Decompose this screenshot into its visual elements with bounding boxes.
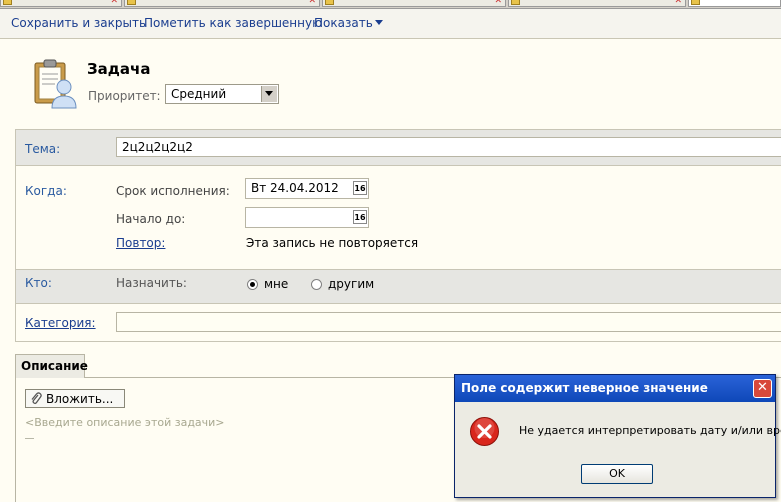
dialog-message: Не удается интерпретировать дату и/или в… xyxy=(519,424,781,437)
ok-button[interactable]: OK xyxy=(581,464,653,484)
repeat-link[interactable]: Повтор: xyxy=(116,236,165,250)
mail-icon xyxy=(3,0,12,5)
tab-description[interactable]: Описание xyxy=(15,354,88,378)
calendar-icon[interactable]: 16 xyxy=(353,181,367,195)
tab-strip: ✕ ✕ ✕ ✕ xyxy=(0,0,781,9)
when-label: Когда: xyxy=(25,184,67,198)
chevron-down-icon[interactable] xyxy=(261,86,277,102)
mail-icon xyxy=(127,0,136,5)
page-title: Задача xyxy=(87,60,151,78)
attach-label: Вложить... xyxy=(46,392,114,406)
tab-3[interactable]: ✕ xyxy=(322,0,506,7)
tab-close-icon[interactable]: ✕ xyxy=(110,0,118,6)
mail-icon xyxy=(511,0,520,5)
priority-value: Средний xyxy=(171,87,227,101)
priority-label: Приоритет: xyxy=(88,89,161,103)
mail-icon xyxy=(325,0,334,5)
dialog-title-bar[interactable]: Поле содержит неверное значение ✕ xyxy=(455,375,775,402)
error-x-icon xyxy=(470,417,499,446)
repeat-status: Эта запись не повторяется xyxy=(246,236,419,250)
category-input[interactable] xyxy=(116,312,781,332)
mark-complete-button[interactable]: Пометить как завершенную xyxy=(144,16,322,30)
chevron-down-icon xyxy=(374,20,383,25)
tab-close-icon[interactable]: ✕ xyxy=(674,0,682,6)
priority-select[interactable]: Средний xyxy=(165,84,279,104)
subject-row: Тема: 2ц2ц2ц2ц2 xyxy=(15,129,781,166)
calendar-icon[interactable]: 16 xyxy=(353,210,367,224)
subject-input[interactable]: 2ц2ц2ц2ц2 xyxy=(116,137,781,157)
tab-4[interactable]: ✕ xyxy=(508,0,686,7)
start-date-label: Начало до: xyxy=(116,212,186,226)
subject-label: Тема: xyxy=(25,142,61,156)
description-placeholder: <Введите описание этой задачи> xyxy=(25,416,225,429)
toolbar: Сохранить и закрыть Пометить как заверше… xyxy=(0,9,781,39)
assign-me-label[interactable]: мне xyxy=(264,277,288,291)
who-label: Кто: xyxy=(25,276,52,290)
attach-button[interactable]: Вложить... xyxy=(25,389,125,408)
start-date-input[interactable] xyxy=(245,207,369,228)
category-link[interactable]: Категория: xyxy=(25,316,96,330)
save-and-close-button[interactable]: Сохранить и закрыть xyxy=(11,16,146,30)
paperclip-icon xyxy=(31,392,42,405)
close-icon[interactable]: ✕ xyxy=(753,379,772,398)
who-row: Кто: Назначить: мне другим xyxy=(15,269,781,304)
text-cursor xyxy=(25,438,34,439)
document-icon xyxy=(691,0,700,5)
tab-2[interactable]: ✕ xyxy=(124,0,320,7)
tab-1[interactable]: ✕ xyxy=(0,0,122,7)
due-date-label: Срок исполнения: xyxy=(116,184,230,198)
tab-close-icon[interactable]: ✕ xyxy=(308,0,316,6)
task-clipboard-person-icon xyxy=(34,59,77,109)
assign-others-label[interactable]: другим xyxy=(328,277,374,291)
dialog-title: Поле содержит неверное значение xyxy=(461,381,708,395)
assign-label: Назначить: xyxy=(116,276,187,290)
due-date-value: Вт 24.04.2012 xyxy=(251,181,339,195)
due-date-input[interactable]: Вт 24.04.2012 xyxy=(245,178,369,199)
assign-me-radio[interactable] xyxy=(247,279,258,290)
assign-others-radio[interactable] xyxy=(311,279,322,290)
when-section: Когда: Срок исполнения: Вт 24.04.2012 16… xyxy=(15,166,781,269)
show-menu-button[interactable]: Показать xyxy=(314,16,383,30)
tab-5-active[interactable] xyxy=(688,0,781,7)
show-menu-label: Показать xyxy=(314,16,373,30)
category-row: Категория: xyxy=(15,304,781,342)
error-dialog: Поле содержит неверное значение ✕ Не уда… xyxy=(454,374,781,498)
tab-close-icon[interactable]: ✕ xyxy=(494,0,502,6)
